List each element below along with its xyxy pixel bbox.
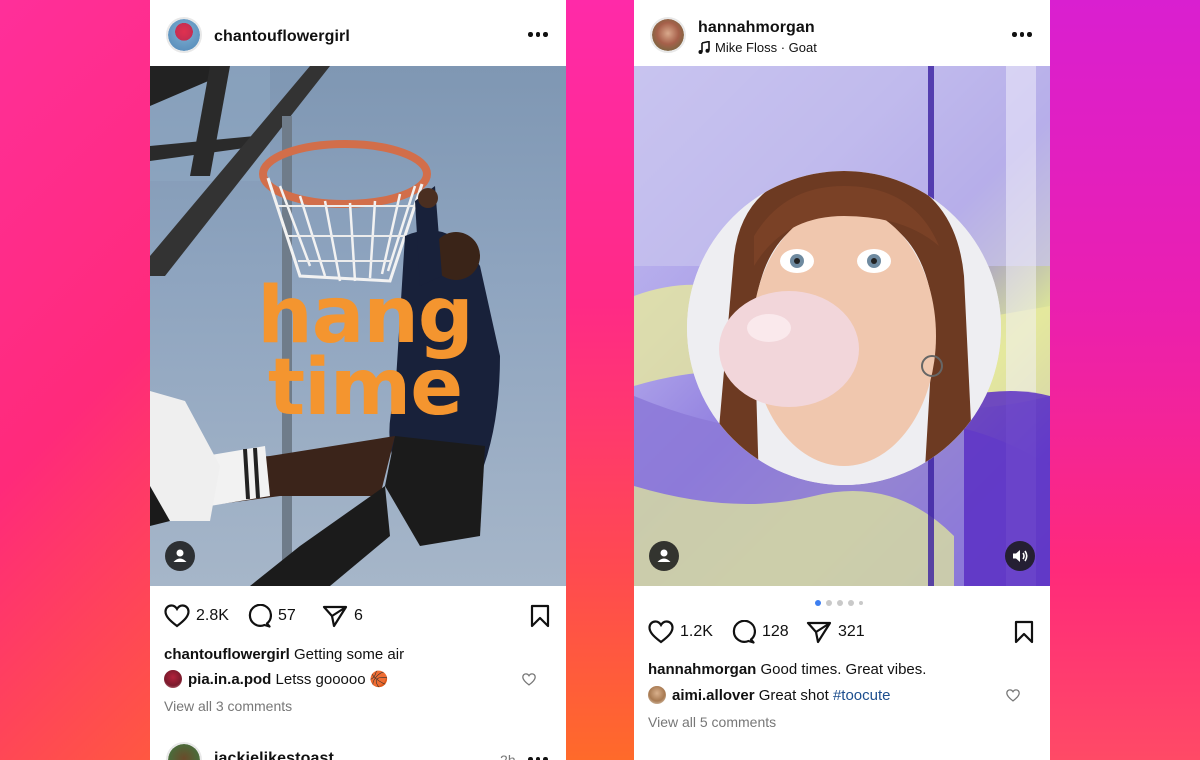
avatar[interactable] [166,17,202,53]
post-header: chantouflowergirl [150,0,566,66]
heart-icon [522,673,536,686]
user-tag-button[interactable] [165,541,195,571]
comment-row: aimi.allover Great shot #toocute [648,686,890,704]
comment-icon [732,620,756,644]
view-all-comments[interactable]: View all 3 comments [164,698,292,714]
music-note-icon [698,41,710,54]
overlay-sticker-text[interactable]: hang time [245,271,485,433]
post-header: hannahmorgan Mike Floss · Goat [634,0,1050,66]
carousel-dot [859,601,863,605]
heart-icon [648,620,674,644]
comment-username[interactable]: pia.in.a.pod [188,671,271,688]
heart-icon [164,604,190,628]
caption-text: Getting some air [294,646,405,663]
like-button[interactable]: 1.2K [648,620,713,644]
comment-row: pia.in.a.pod Letss gooooo 🏀 [164,670,388,688]
post-caption: chantouflowergirl Getting some air [164,646,404,663]
user-tag-icon [173,549,187,562]
volume-button[interactable] [1005,541,1035,571]
next-post-avatar[interactable] [166,742,202,760]
comment-like-button[interactable] [522,673,536,691]
post-image[interactable] [634,66,1050,586]
carousel-dot-active [815,600,821,606]
comment-like-button[interactable] [1006,689,1020,707]
comment-count: 128 [762,623,789,640]
save-button[interactable] [1014,620,1034,649]
overlay-text-line2: time [267,342,463,433]
next-post-username[interactable]: jackielikestoast [214,750,334,760]
share-button[interactable]: 321 [806,620,865,644]
more-icon[interactable] [1012,32,1032,38]
post-actions: 1.2K 128 321 [634,612,1050,652]
save-button[interactable] [530,604,550,633]
caption-username[interactable]: chantouflowergirl [164,646,290,663]
volume-icon [1013,550,1028,562]
music-attribution[interactable]: Mike Floss · Goat [698,40,817,55]
like-count: 2.8K [196,607,229,624]
comment-text: Great shot [758,687,829,704]
next-post-time: 2h [500,752,516,760]
caption-username[interactable]: hannahmorgan [648,661,756,678]
comment-button[interactable]: 128 [730,620,789,644]
comment-icon [248,604,272,628]
share-count: 6 [354,607,363,624]
heart-icon [1006,689,1020,702]
post-username[interactable]: chantouflowergirl [214,28,350,46]
carousel-dot [826,600,832,606]
overlay-text-line1: hang [257,271,474,361]
background-middle-gradient [566,0,634,760]
share-icon [322,605,348,628]
carousel-dot [848,600,854,606]
avatar[interactable] [650,17,686,53]
like-count: 1.2K [680,623,713,640]
bookmark-icon [530,604,550,628]
post-card-1: chantouflowergirl hang time 2.8K 57 6 ch… [150,0,566,760]
share-count: 321 [838,623,865,640]
background-right-gradient [1050,0,1200,760]
comment-hashtag[interactable]: #toocute [833,687,891,704]
post-image[interactable]: hang time [150,66,566,586]
comment-count: 57 [278,607,296,624]
post-username[interactable]: hannahmorgan [698,19,815,37]
post-actions: 2.8K 57 6 [150,596,566,636]
user-tag-button[interactable] [649,541,679,571]
post-caption: hannahmorgan Good times. Great vibes. [648,661,926,678]
like-button[interactable]: 2.8K [164,604,229,628]
more-icon[interactable] [528,32,548,38]
post-card-2: hannahmorgan Mike Floss · Goat 1.2K 128 … [634,0,1050,760]
bubblegum-photo [634,66,1050,586]
commenter-avatar[interactable] [648,686,666,704]
comment-text: Letss gooooo 🏀 [275,671,389,688]
commenter-avatar[interactable] [164,670,182,688]
view-all-comments[interactable]: View all 5 comments [648,714,776,730]
share-icon [806,621,832,644]
music-text: Mike Floss · Goat [715,40,817,55]
share-button[interactable]: 6 [322,604,363,628]
carousel-dot [837,600,843,606]
bookmark-icon [1014,620,1034,644]
caption-text: Good times. Great vibes. [760,661,927,678]
comment-username[interactable]: aimi.allover [672,687,755,704]
comment-button[interactable]: 57 [246,604,296,628]
carousel-indicator [815,600,863,606]
user-tag-icon [657,549,671,562]
